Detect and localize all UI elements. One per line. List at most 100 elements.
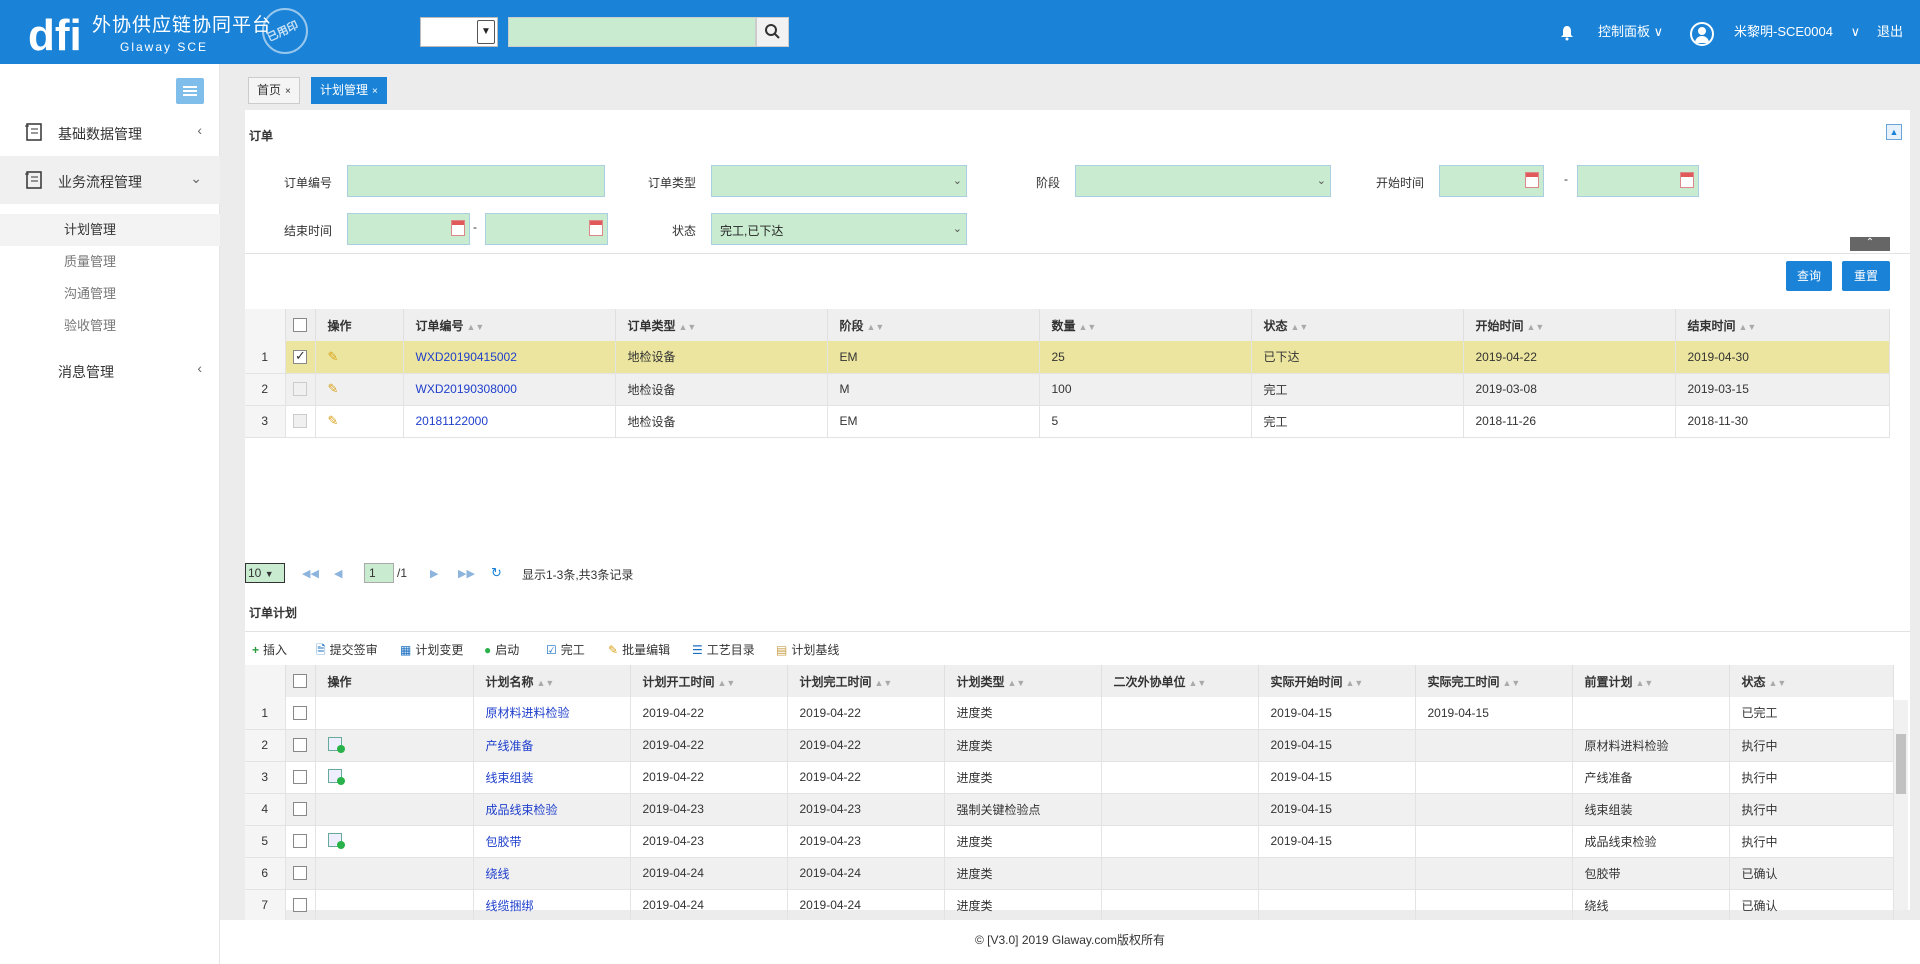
order-no-link[interactable]: WXD20190415002 <box>403 341 616 374</box>
col-header[interactable]: 计划类型 ▲▼ <box>944 665 1102 697</box>
refresh-icon[interactable]: ↻ <box>491 565 502 581</box>
status-select[interactable]: 完工,已下达 ⌄ <box>711 213 967 245</box>
plan-name-link[interactable]: 产线准备 <box>473 729 631 762</box>
table-row[interactable]: 2 ✎ WXD20190308000 地检设备 M 100 完工 2019-03… <box>245 373 1890 406</box>
scrollbar-thumb[interactable] <box>1896 734 1906 794</box>
plan-name-link[interactable]: 线缆捆绑 <box>473 889 631 922</box>
batch-edit-button[interactable]: ✎ 批量编辑 <box>608 641 670 658</box>
complete-button[interactable]: ☑ 完工 <box>546 641 585 658</box>
calendar-icon[interactable] <box>589 220 603 236</box>
edit-pencil-icon[interactable]: ✎ <box>328 349 339 365</box>
search-input[interactable] <box>508 17 756 47</box>
calendar-icon[interactable] <box>1680 172 1694 188</box>
plan-name-link[interactable]: 成品线束检验 <box>473 793 631 826</box>
search-category-select[interactable]: ▼ <box>420 17 498 47</box>
plan-name-link[interactable]: 原材料进料检验 <box>473 697 631 730</box>
edit-pencil-icon[interactable]: ✎ <box>328 381 339 397</box>
table-row[interactable]: 5 包胶带 2019-04-23 2019-04-23 进度类 2019-04-15 成品线… <box>245 825 1894 858</box>
plan-name-link[interactable]: 绕线 <box>473 857 631 890</box>
plan-task-icon[interactable] <box>327 832 345 849</box>
order-no-link[interactable]: WXD20190308000 <box>403 373 616 406</box>
calendar-icon[interactable] <box>1525 172 1539 188</box>
user-menu[interactable]: 米黎明-SCE0004 ∨ <box>1734 0 1860 64</box>
end-time-to-field[interactable] <box>485 213 608 245</box>
first-page-icon[interactable]: ◀◀ <box>302 567 319 580</box>
plan-baseline-button[interactable]: ▤ 计划基线 <box>776 641 839 658</box>
plan-task-icon[interactable] <box>327 736 345 753</box>
collapse-form-toggle[interactable]: ⌃ <box>1850 237 1890 251</box>
col-header[interactable]: 实际完工时间 ▲▼ <box>1415 665 1573 697</box>
collapse-icon[interactable]: ▲ <box>1886 124 1902 140</box>
sidebar-item-messages[interactable]: 消息管理 ‹ <box>0 346 220 394</box>
row-checkbox[interactable] <box>293 866 307 881</box>
col-header[interactable]: 计划名称 ▲▼ <box>473 665 631 697</box>
col-header[interactable]: 计划开工时间 ▲▼ <box>630 665 788 697</box>
reset-button[interactable]: 重置 <box>1842 261 1890 291</box>
order-no-field[interactable] <box>347 165 605 197</box>
col-header[interactable]: 计划完工时间 ▲▼ <box>787 665 945 697</box>
row-checkbox[interactable] <box>293 738 307 753</box>
search-button[interactable] <box>756 17 789 47</box>
sidebar-item-communication[interactable]: 沟通管理 <box>0 278 220 310</box>
table-row[interactable]: 4 成品线束检验 2019-04-23 2019-04-23 强制关键检验点 2019-0… <box>245 793 1894 826</box>
table-row[interactable]: 7 线缆捆绑 2019-04-24 2019-04-24 进度类 绕线 已确认 <box>245 889 1894 922</box>
sidebar-item-basic-data[interactable]: 基础数据管理 ‹ <box>0 108 220 156</box>
process-catalog-button[interactable]: ☰ 工艺目录 <box>692 641 755 658</box>
row-checkbox[interactable] <box>293 834 307 849</box>
page-size-select[interactable]: 10 ▼ <box>245 563 285 583</box>
start-time-from-field[interactable] <box>1439 165 1544 197</box>
col-header[interactable]: 开始时间 ▲▼ <box>1463 309 1676 341</box>
order-type-select[interactable]: ⌄ <box>711 165 967 197</box>
tab-home[interactable]: 首页 × <box>248 77 300 104</box>
sidebar-item-acceptance[interactable]: 验收管理 <box>0 310 220 342</box>
tab-plan-management[interactable]: 计划管理 × <box>311 77 387 104</box>
control-panel-menu[interactable]: 控制面板 ∨ <box>1598 0 1663 64</box>
menu-toggle-icon[interactable] <box>176 78 204 104</box>
query-button[interactable]: 查询 <box>1786 261 1832 291</box>
col-header[interactable]: 状态 ▲▼ <box>1729 665 1894 697</box>
col-header[interactable]: 结束时间 ▲▼ <box>1675 309 1890 341</box>
page-number-input[interactable]: 1 <box>364 563 394 583</box>
sidebar-item-plan[interactable]: 计划管理 <box>0 214 220 246</box>
plan-change-button[interactable]: ▦ 计划变更 <box>400 641 463 658</box>
logout-link[interactable]: 退出 <box>1877 0 1903 64</box>
order-no-link[interactable]: 20181122000 <box>403 405 616 438</box>
sidebar-item-quality[interactable]: 质量管理 <box>0 246 220 278</box>
row-checkbox[interactable] <box>293 770 307 785</box>
col-header[interactable]: 二次外协单位 ▲▼ <box>1101 665 1259 697</box>
row-checkbox[interactable] <box>293 414 307 429</box>
calendar-icon[interactable] <box>451 220 465 236</box>
table-row[interactable]: 6 绕线 2019-04-24 2019-04-24 进度类 包胶带 已确认 <box>245 857 1894 890</box>
bell-icon[interactable] <box>1560 25 1574 41</box>
table-row[interactable]: 3 ✎ 20181122000 地检设备 EM 5 完工 2018-11-26 … <box>245 405 1890 438</box>
col-header[interactable]: 数量 ▲▼ <box>1039 309 1252 341</box>
row-checkbox[interactable] <box>293 802 307 817</box>
close-icon[interactable]: × <box>285 86 291 97</box>
row-checkbox[interactable] <box>293 706 307 721</box>
start-time-to-field[interactable] <box>1577 165 1699 197</box>
plan-task-icon[interactable] <box>327 768 345 785</box>
row-checkbox[interactable] <box>293 348 307 365</box>
row-checkbox[interactable] <box>293 898 307 913</box>
table-row[interactable]: 2 产线准备 2019-04-22 2019-04-22 进度类 2019-04-15 原材… <box>245 729 1894 762</box>
table-row[interactable]: 1 ✎ WXD20190415002 地检设备 EM 25 已下达 2019-0… <box>245 341 1890 374</box>
col-header[interactable]: 实际开始时间 ▲▼ <box>1258 665 1416 697</box>
start-button[interactable]: ● 启动 <box>484 641 519 658</box>
row-checkbox[interactable] <box>293 382 307 397</box>
prev-page-icon[interactable]: ◀ <box>334 567 342 580</box>
end-time-from-field[interactable] <box>347 213 470 245</box>
table-row[interactable]: 1 原材料进料检验 2019-04-22 2019-04-22 进度类 2019-04-1… <box>245 697 1894 730</box>
select-all-checkbox[interactable] <box>293 318 307 333</box>
insert-button[interactable]: + 插入 <box>252 641 287 658</box>
col-header[interactable]: 订单编号 ▲▼ <box>403 309 616 341</box>
plan-name-link[interactable]: 线束组装 <box>473 761 631 794</box>
close-icon[interactable]: × <box>372 86 378 97</box>
col-header[interactable]: 阶段 ▲▼ <box>827 309 1040 341</box>
next-page-icon[interactable]: ▶ <box>430 567 438 580</box>
table-row[interactable]: 3 线束组装 2019-04-22 2019-04-22 进度类 2019-04-15 产线… <box>245 761 1894 794</box>
submit-approval-button[interactable]: 🗎 提交签审 <box>316 641 378 662</box>
plan-name-link[interactable]: 包胶带 <box>473 825 631 858</box>
col-header[interactable]: 前置计划 ▲▼ <box>1572 665 1730 697</box>
sidebar-item-business-flow[interactable]: 业务流程管理 ⌄ <box>0 156 220 204</box>
edit-pencil-icon[interactable]: ✎ <box>328 413 339 429</box>
